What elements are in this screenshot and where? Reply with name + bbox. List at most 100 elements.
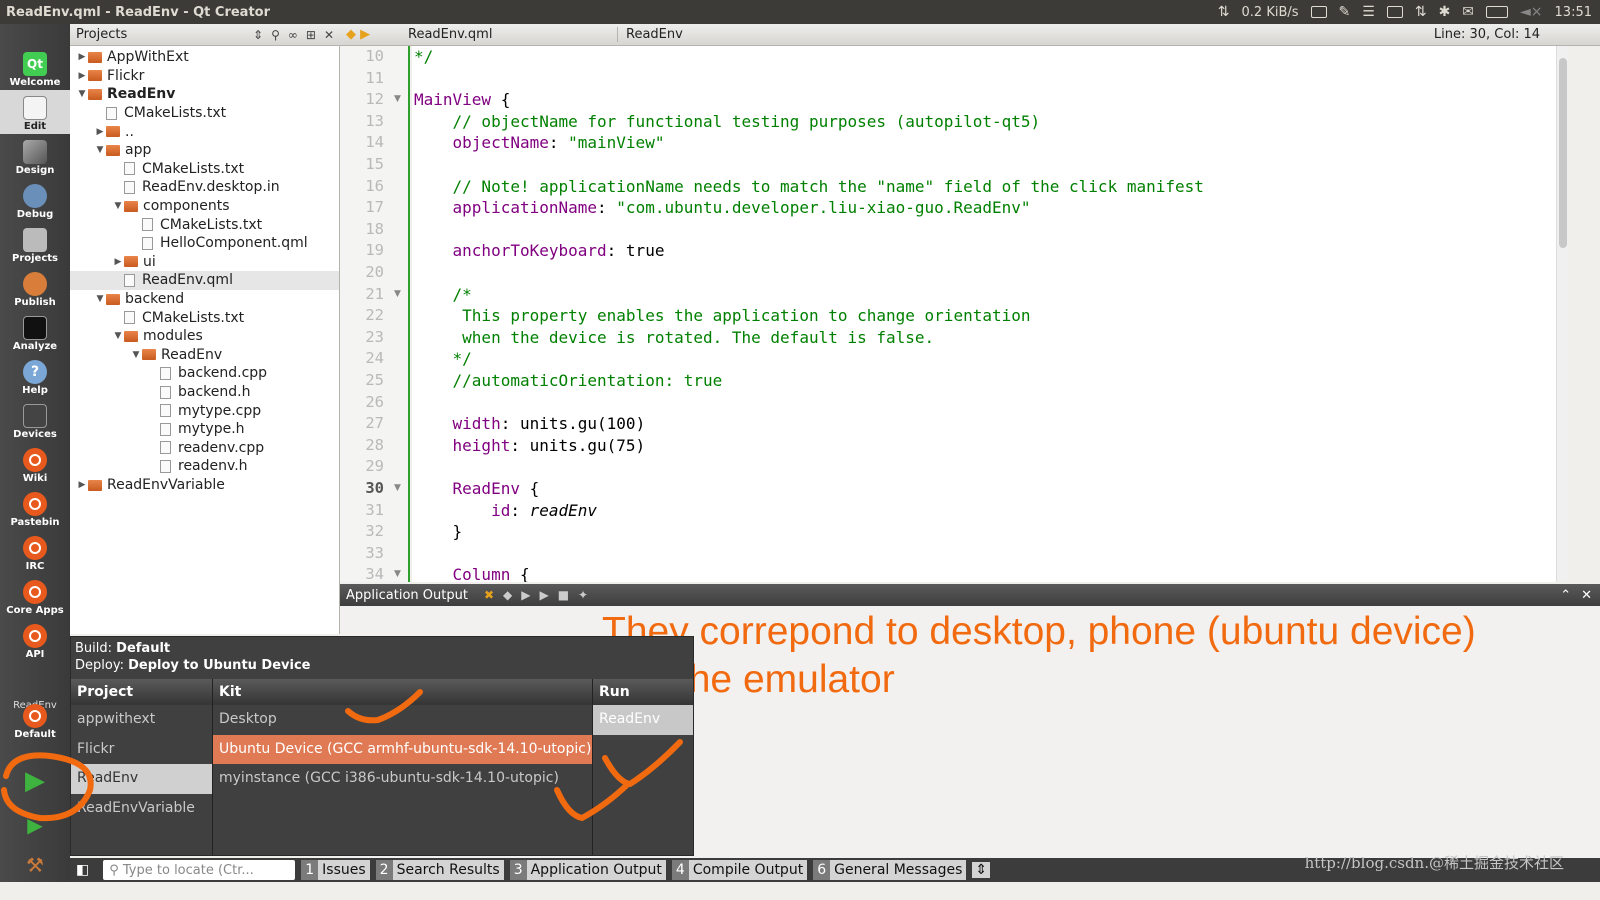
maximize-icon[interactable]: ⌃ xyxy=(1560,588,1571,603)
project-item[interactable]: appwithext xyxy=(71,705,212,735)
tree-folder[interactable]: ▼ app xyxy=(70,141,339,160)
clock[interactable]: 13:51 xyxy=(1555,5,1592,20)
mode-wiki[interactable]: Wiki xyxy=(0,442,70,486)
collapsed-arrow-icon[interactable]: ▶ xyxy=(112,257,124,267)
mode-irc[interactable]: IRC xyxy=(0,530,70,574)
tab-issues[interactable]: 1 Issues xyxy=(301,860,370,880)
kit-item-desktop[interactable]: Desktop xyxy=(213,705,592,735)
mode-api[interactable]: API xyxy=(0,618,70,662)
expanded-arrow-icon[interactable]: ▼ xyxy=(94,294,106,304)
tab-general-messages[interactable]: 6 General Messages xyxy=(813,860,967,880)
collapsed-arrow-icon[interactable]: ▶ xyxy=(76,52,88,62)
editor-scrollbar[interactable] xyxy=(1556,46,1568,582)
tree-file[interactable]: readenv.cpp xyxy=(70,439,339,458)
tree-file[interactable]: HelloComponent.qml xyxy=(70,234,339,253)
keyboard-icon[interactable] xyxy=(1310,6,1327,18)
tree-folder[interactable]: ▶ AppWithExt xyxy=(70,48,339,67)
mode-help[interactable]: ? Help xyxy=(0,354,70,398)
fold-marker-icon[interactable]: ▼ xyxy=(394,289,401,299)
bluetooth-icon[interactable]: ✱ xyxy=(1439,4,1451,20)
tree-folder[interactable]: ▼ ReadEnv xyxy=(70,85,339,104)
next-item-icon[interactable]: ▶ xyxy=(521,588,530,602)
expanded-arrow-icon[interactable]: ▼ xyxy=(76,89,88,99)
tree-file[interactable]: mytype.h xyxy=(70,420,339,439)
tab-compile-output[interactable]: 4 Compile Output xyxy=(671,860,808,880)
run-button[interactable]: ▶ xyxy=(20,766,50,796)
tree-folder[interactable]: ▶ ReadEnvVariable xyxy=(70,476,339,495)
fold-marker-icon[interactable]: ▼ xyxy=(394,483,401,493)
network-arrows-icon[interactable]: ⇅ xyxy=(1218,4,1230,20)
battery-icon[interactable] xyxy=(1486,6,1509,18)
mail-icon[interactable]: ✉ xyxy=(1462,4,1474,20)
menu-list-icon[interactable]: ☰ xyxy=(1362,4,1375,20)
fold-marker-icon[interactable]: ▼ xyxy=(394,569,401,579)
link-icon[interactable]: ∞ xyxy=(288,28,298,42)
tree-folder[interactable]: ▶.. xyxy=(70,122,339,141)
rerun-icon[interactable]: ▶ xyxy=(539,588,548,602)
code-editor[interactable]: */ MainView { // objectName for functiona… xyxy=(412,46,1556,582)
run-item[interactable]: ReadEnv xyxy=(593,705,693,735)
mode-analyze[interactable]: Analyze xyxy=(0,310,70,354)
toggle-sidebar-icon[interactable]: ◧ xyxy=(76,862,89,878)
mode-welcome[interactable]: Qt Welcome xyxy=(0,46,70,90)
collapsed-arrow-icon[interactable]: ▶ xyxy=(76,480,88,490)
scrollbar-thumb[interactable] xyxy=(1559,58,1567,248)
mode-debug[interactable]: Debug xyxy=(0,178,70,222)
project-item-selected[interactable]: ReadEnv xyxy=(71,764,212,794)
collapsed-arrow-icon[interactable]: ▶ xyxy=(94,127,106,137)
close-icon[interactable]: ✕ xyxy=(324,28,334,42)
expanded-arrow-icon[interactable]: ▼ xyxy=(130,350,142,360)
mode-projects[interactable]: Projects xyxy=(0,222,70,266)
tree-file[interactable]: readenv.h xyxy=(70,457,339,476)
kit-item-ubuntu-device[interactable]: Ubuntu Device (GCC armhf-ubuntu-sdk-14.1… xyxy=(213,734,592,764)
tab-application-output[interactable]: 3 Application Output xyxy=(509,860,666,880)
tree-file[interactable]: CMakeLists.txt xyxy=(70,104,339,123)
combo-arrows-icon[interactable]: ⇕ xyxy=(253,28,263,42)
projects-pane-title[interactable]: Projects xyxy=(76,27,127,42)
expanded-arrow-icon[interactable]: ▼ xyxy=(112,201,124,211)
tree-file[interactable]: CMakeLists.txt xyxy=(70,308,339,327)
tree-folder[interactable]: ▶ ui xyxy=(70,253,339,272)
mode-design[interactable]: Design xyxy=(0,134,70,178)
tree-folder[interactable]: ▼ components xyxy=(70,197,339,216)
volume-icon[interactable]: ◄× xyxy=(1520,4,1543,20)
tree-file[interactable]: backend.cpp xyxy=(70,364,339,383)
kit-selector-button[interactable]: Default xyxy=(0,692,70,742)
tree-folder[interactable]: ▼ backend xyxy=(70,290,339,309)
paperclip-icon[interactable]: ✎ xyxy=(1339,4,1351,20)
tree-file[interactable]: CMakeLists.txt xyxy=(70,215,339,234)
symbol-selector[interactable]: ReadEnv xyxy=(618,27,683,42)
tree-file[interactable]: mytype.cpp xyxy=(70,401,339,420)
clipboard-icon[interactable] xyxy=(1386,6,1403,18)
mode-devices[interactable]: Devices xyxy=(0,398,70,442)
kit-item-emulator[interactable]: myinstance (GCC i386-ubuntu-sdk-14.10-ut… xyxy=(213,764,592,794)
tree-file[interactable]: ReadEnv.qml xyxy=(70,271,339,290)
transfer-icon[interactable]: ⇅ xyxy=(1415,4,1427,20)
tree-folder[interactable]: ▼ ReadEnv xyxy=(70,346,339,365)
mode-pastebin[interactable]: Pastebin xyxy=(0,486,70,530)
close-icon[interactable]: ✕ xyxy=(1581,588,1592,603)
expanded-arrow-icon[interactable]: ▼ xyxy=(112,331,124,341)
locator-input[interactable]: ⚲ Type to locate (Ctr... xyxy=(103,860,296,880)
stop-icon[interactable]: ■ xyxy=(558,588,569,602)
open-file-selector[interactable]: ReadEnv.qml xyxy=(388,27,618,42)
project-item[interactable]: ReadEnvVariable xyxy=(71,794,212,824)
project-item[interactable]: Flickr xyxy=(71,735,212,765)
tree-folder[interactable]: ▶ Flickr xyxy=(70,67,339,86)
tree-file[interactable]: backend.h xyxy=(70,383,339,402)
split-icon[interactable]: ⊞ xyxy=(306,28,316,42)
expanded-arrow-icon[interactable]: ▼ xyxy=(94,145,106,155)
collapsed-arrow-icon[interactable]: ▶ xyxy=(76,71,88,81)
filter-icon[interactable]: ⚲ xyxy=(271,28,280,42)
tab-search-results[interactable]: 2 Search Results xyxy=(375,860,504,880)
clear-output-icon[interactable]: ✖ xyxy=(484,588,494,602)
tree-file[interactable]: CMakeLists.txt xyxy=(70,160,339,179)
tree-file[interactable]: ReadEnv.desktop.in xyxy=(70,178,339,197)
mode-publish[interactable]: Publish xyxy=(0,266,70,310)
debug-run-button[interactable]: ▶ xyxy=(20,810,50,840)
tree-folder[interactable]: ▼ modules xyxy=(70,327,339,346)
mode-edit[interactable]: Edit xyxy=(0,90,70,134)
attach-icon[interactable]: ✦ xyxy=(578,588,588,602)
nav-back-forward-icon[interactable]: ◆ ▶ xyxy=(340,27,388,42)
mode-core-apps[interactable]: Core Apps xyxy=(0,574,70,618)
